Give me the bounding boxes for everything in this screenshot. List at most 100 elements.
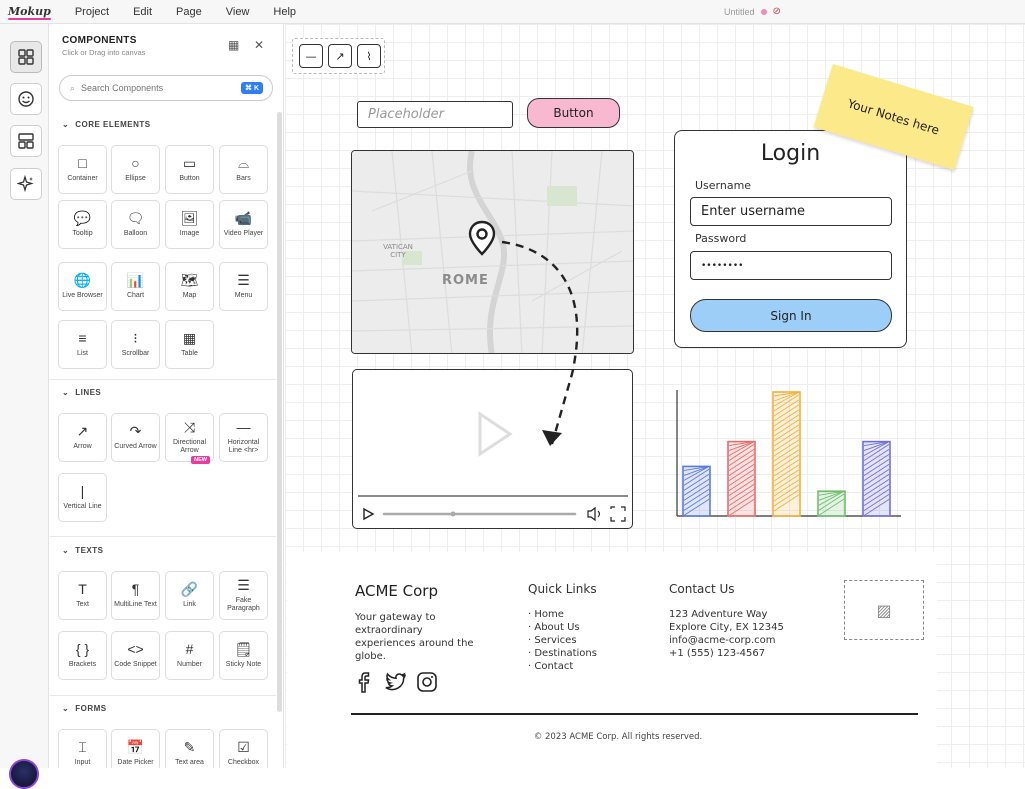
menu-project[interactable]: Project: [75, 6, 109, 18]
section-core-elements[interactable]: ⌄ CORE ELEMENTS: [62, 120, 151, 129]
footer-divider: [351, 713, 918, 715]
component-container[interactable]: □ Container: [58, 145, 107, 194]
component-tooltip[interactable]: 💬 Tooltip: [58, 200, 107, 249]
contact-phone[interactable]: +1 (555) 123-4567: [669, 647, 784, 660]
component-brackets[interactable]: { } Brackets: [58, 631, 107, 680]
contact-list: 123 Adventure Way Explore City, EX 12345…: [669, 608, 784, 660]
component-curved-arrow[interactable]: ↷ Curved Arrow: [111, 413, 160, 462]
tooltip-icon: 💬: [73, 210, 92, 226]
sketch-button[interactable]: Button: [527, 98, 620, 128]
component-list[interactable]: ≡ List: [58, 320, 107, 369]
component-text[interactable]: T Text: [58, 571, 107, 620]
component-button[interactable]: ▭ Button: [165, 145, 214, 194]
component-map[interactable]: 🗺 Map: [165, 262, 214, 311]
component-arrow[interactable]: ↗ Arrow: [58, 413, 107, 462]
component-label: Menu: [234, 292, 253, 299]
component-live-browser[interactable]: 🌐 Live Browser: [58, 262, 107, 311]
sketch-placeholder-input[interactable]: Placeholder: [357, 101, 513, 128]
password-field[interactable]: ••••••••: [690, 251, 892, 280]
polyline-tool[interactable]: ⌇: [357, 44, 381, 68]
section-title: TEXTS: [75, 546, 104, 555]
image-placeholder[interactable]: ▨: [844, 580, 924, 640]
instagram-icon[interactable]: [415, 670, 439, 694]
quick-link-home[interactable]: · Home: [528, 608, 597, 621]
component-ellipse[interactable]: ○ Ellipse: [111, 145, 160, 194]
app-logo[interactable]: Mokup: [8, 5, 51, 20]
design-canvas[interactable]: — ↗ ⌇ Placeholder Button VATICAN CITY RO…: [285, 24, 1025, 768]
chevron-down-icon: ⌄: [62, 388, 70, 397]
section-forms[interactable]: ⌄ FORMS: [62, 704, 107, 713]
facebook-icon[interactable]: [353, 670, 377, 694]
contact-email[interactable]: info@acme-corp.com: [669, 634, 784, 647]
chevron-down-icon: ⌄: [62, 546, 70, 555]
chevron-down-icon: ⌄: [62, 120, 70, 129]
component-label: Text area: [175, 759, 204, 766]
straight-line-tool[interactable]: —: [299, 44, 323, 68]
username-label: Username: [695, 179, 752, 192]
curve-tool[interactable]: ↗: [328, 44, 352, 68]
component-input[interactable]: ⌶ Input: [58, 729, 107, 768]
component-horizontal-line[interactable]: — Horizontal Line <hr>: [219, 413, 268, 462]
contact-title: Contact Us: [669, 582, 735, 596]
dashed-curved-arrow[interactable]: [480, 234, 590, 464]
components-rail-button[interactable]: [10, 41, 42, 73]
component-chart[interactable]: 📊 Chart: [111, 262, 160, 311]
icons-rail-button[interactable]: [10, 83, 42, 115]
menu-page[interactable]: Page: [176, 6, 202, 18]
component-table[interactable]: ▦ Table: [165, 320, 214, 369]
ai-rail-button[interactable]: [10, 168, 42, 200]
sign-in-button[interactable]: Sign In: [690, 299, 892, 332]
component-vertical-line[interactable]: | Vertical Line: [58, 473, 107, 522]
section-texts[interactable]: ⌄ TEXTS: [62, 546, 103, 555]
component-link[interactable]: 🔗 Link: [165, 571, 214, 620]
smiley-icon: [18, 91, 34, 107]
component-date-picker[interactable]: 📅 Date Picker: [111, 729, 160, 768]
sticky-note-text: Your Notes here: [846, 96, 941, 138]
footer-tagline: Your gateway to extraordinary experience…: [355, 612, 474, 662]
component-multiline-text[interactable]: ¶ MultiLine Text: [111, 571, 160, 620]
menu-edit[interactable]: Edit: [133, 6, 152, 18]
component-directional-arrow[interactable]: ⤨ Directional Arrow NEW: [165, 413, 214, 464]
panel-scrollbar[interactable]: [277, 112, 282, 712]
component-code-snippet[interactable]: <> Code Snippet: [111, 631, 160, 680]
component-fake-paragraph[interactable]: ☰ Fake Paragraph: [219, 571, 268, 620]
document-title[interactable]: Untitled: [724, 7, 755, 17]
grid-view-icon[interactable]: ▦: [228, 38, 239, 52]
panel-title: COMPONENTS: [62, 35, 137, 46]
curved-arrow-icon: ↷: [129, 423, 142, 439]
user-avatar[interactable]: [9, 759, 39, 789]
section-title: LINES: [75, 388, 102, 397]
panel-header: COMPONENTS Click or Drag into canvas: [62, 35, 145, 57]
component-number[interactable]: # Number: [165, 631, 214, 680]
search-input[interactable]: [81, 83, 232, 93]
sketch-bar-chart[interactable]: [673, 386, 903, 526]
component-checkbox[interactable]: ☑ Checkbox: [219, 729, 268, 768]
section-lines[interactable]: ⌄ LINES: [62, 388, 101, 397]
component-video-player[interactable]: 📹 Video Player: [219, 200, 268, 249]
quick-link-about[interactable]: · About Us: [528, 621, 597, 634]
component-text-area[interactable]: ✎ Text area: [165, 729, 214, 768]
twitter-icon[interactable]: [383, 670, 407, 694]
eye-off-icon[interactable]: ⊘: [773, 6, 781, 17]
component-menu[interactable]: ☰ Menu: [219, 262, 268, 311]
component-balloon[interactable]: 🗨 Balloon: [111, 200, 160, 249]
component-label: Fake Paragraph: [227, 597, 260, 612]
component-label: MultiLine Text: [114, 601, 157, 608]
component-sticky-note[interactable]: 🗒 Sticky Note: [219, 631, 268, 680]
username-field[interactable]: Enter username: [690, 197, 892, 226]
templates-rail-button[interactable]: [10, 125, 42, 157]
ellipse-icon: ○: [131, 155, 140, 171]
quick-link-destinations[interactable]: · Destinations: [528, 647, 597, 660]
component-label: Arrow: [73, 443, 92, 450]
menu-help[interactable]: Help: [273, 6, 296, 18]
close-icon[interactable]: ✕: [254, 38, 264, 52]
menu-view[interactable]: View: [226, 6, 250, 18]
component-label: Map: [182, 292, 197, 299]
component-scrollbar[interactable]: ⁝ Scrollbar: [111, 320, 160, 369]
quick-link-services[interactable]: · Services: [528, 634, 597, 647]
section-title: FORMS: [75, 704, 107, 713]
component-image[interactable]: 🖼 Image: [165, 200, 214, 249]
component-bars[interactable]: ⌓ Bars: [219, 145, 268, 194]
component-label: Input: [74, 759, 91, 766]
quick-link-contact[interactable]: · Contact: [528, 660, 597, 673]
